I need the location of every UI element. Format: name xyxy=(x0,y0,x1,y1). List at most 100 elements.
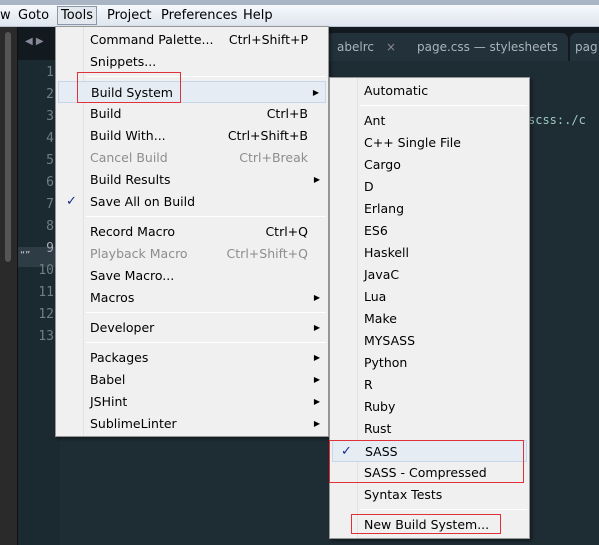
line-number: 8 xyxy=(46,219,54,234)
tab-label: page.css — stylesheets xyxy=(417,40,558,54)
menu-item-d[interactable]: D xyxy=(332,176,527,198)
menu-project[interactable]: Project xyxy=(107,8,151,23)
tab-page[interactable]: pag xyxy=(570,33,599,61)
menu-item-python[interactable]: Python xyxy=(332,352,527,374)
menu-item-record-macro[interactable]: Record Macro Ctrl+Q xyxy=(58,221,326,243)
shortcut-label: Ctrl+B xyxy=(266,106,308,121)
menu-item-macros[interactable]: Macros ▶ xyxy=(58,287,326,309)
menu-item-erlang[interactable]: Erlang xyxy=(332,198,527,220)
menu-item-make[interactable]: Make xyxy=(332,308,527,330)
menu-preferences[interactable]: Preferences xyxy=(161,8,237,23)
submenu-arrow-icon: ▶ xyxy=(313,323,320,332)
menu-item-save-all-on-build[interactable]: Save All on Build ✓ xyxy=(58,191,326,213)
menu-item-packages[interactable]: Packages ▶ xyxy=(58,347,326,369)
menu-item-ant[interactable]: Ant xyxy=(332,110,527,132)
menu-view[interactable]: w xyxy=(0,8,11,23)
shortcut-label: Ctrl+Q xyxy=(265,224,308,239)
line-number: 11 xyxy=(38,285,54,300)
menu-item-label: Ruby xyxy=(364,399,396,414)
line-number: 10 xyxy=(38,263,54,278)
menu-item-label: D xyxy=(364,179,374,194)
tab-page-css[interactable]: page.css — stylesheets× xyxy=(403,33,580,61)
code-text: scss:./c xyxy=(528,113,586,127)
menu-separator xyxy=(86,342,326,343)
menu-goto[interactable]: Goto xyxy=(18,8,49,23)
submenu-arrow-icon: ▶ xyxy=(313,293,320,302)
menu-item-haskell[interactable]: Haskell xyxy=(332,242,527,264)
tab-label: abelrc xyxy=(337,40,374,54)
menu-item-build-results[interactable]: Build Results ▶ xyxy=(58,169,326,191)
menu-item-build[interactable]: Build Ctrl+B xyxy=(58,103,326,125)
menu-item-label: JavaC xyxy=(364,267,400,282)
menu-item-save-macro[interactable]: Save Macro... xyxy=(58,265,326,287)
submenu-arrow-icon: ▶ xyxy=(313,175,320,184)
menu-item-label: Cancel Build xyxy=(90,150,168,165)
menu-item-label: C++ Single File xyxy=(364,135,461,150)
menu-item-lua[interactable]: Lua xyxy=(332,286,527,308)
scrollbar-thumb[interactable] xyxy=(5,32,11,262)
menu-help[interactable]: Help xyxy=(243,8,273,23)
menu-item-label: Rust xyxy=(364,421,392,436)
submenu-arrow-icon: ▶ xyxy=(313,375,320,384)
menu-separator xyxy=(86,312,326,313)
shortcut-label: Ctrl+Shift+P xyxy=(228,32,308,47)
menu-item-automatic[interactable]: Automatic xyxy=(332,80,527,102)
menu-item-babel[interactable]: Babel ▶ xyxy=(58,369,326,391)
menu-item-build-with[interactable]: Build With... Ctrl+Shift+B xyxy=(58,125,326,147)
menu-item-label: Ant xyxy=(364,113,386,128)
menu-item-javac[interactable]: JavaC xyxy=(332,264,527,286)
menu-item-label: Haskell xyxy=(364,245,410,260)
menu-item-syntax-tests[interactable]: Syntax Tests xyxy=(332,484,527,506)
menu-item-label: Save All on Build xyxy=(90,194,196,209)
menu-item-ruby[interactable]: Ruby xyxy=(332,396,527,418)
menu-item-label: Command Palette... xyxy=(90,32,214,47)
shortcut-label: Ctrl+Break xyxy=(239,150,308,165)
shortcut-label: Ctrl+Shift+B xyxy=(227,128,308,143)
menu-item-command-palette[interactable]: Command Palette... Ctrl+Shift+P xyxy=(58,29,326,51)
menu-item-label: Build xyxy=(90,106,122,121)
sidebar-scrollbar[interactable] xyxy=(0,27,18,545)
menu-item-es6[interactable]: ES6 xyxy=(332,220,527,242)
menu-item-label: R xyxy=(364,377,373,392)
menu-item-playback-macro: Playback Macro Ctrl+Shift+Q xyxy=(58,243,326,265)
menu-item-label: Erlang xyxy=(364,201,405,216)
annotation-box xyxy=(351,514,501,534)
menu-separator xyxy=(360,509,527,510)
menu-item-sublimelinter[interactable]: SublimeLinter ▶ xyxy=(58,413,326,435)
menu-separator xyxy=(360,105,527,106)
line-number: 5 xyxy=(46,153,54,168)
check-icon: ✓ xyxy=(66,194,77,209)
line-number: 1 xyxy=(46,65,54,80)
menu-item-cargo[interactable]: Cargo xyxy=(332,154,527,176)
menu-item-snippets[interactable]: Snippets... xyxy=(58,51,326,73)
menu-item-jshint[interactable]: JSHint ▶ xyxy=(58,391,326,413)
menu-item-mysass[interactable]: MYSASS xyxy=(332,330,527,352)
line-number: 7 xyxy=(46,197,54,212)
menu-item-label: Syntax Tests xyxy=(364,487,443,502)
close-icon[interactable]: × xyxy=(386,40,396,54)
menu-item-label: Macros xyxy=(90,290,135,305)
menu-item-c-single-file[interactable]: C++ Single File xyxy=(332,132,527,154)
menu-item-label: Lua xyxy=(364,289,387,304)
menu-item-label: Build Results xyxy=(90,172,171,187)
annotation-box xyxy=(329,440,524,483)
menu-item-label: JSHint xyxy=(90,394,128,409)
menu-item-label: Save Macro... xyxy=(90,268,175,283)
menu-item-label: Python xyxy=(364,355,408,370)
menu-item-r[interactable]: R xyxy=(332,374,527,396)
menu-item-label: Developer xyxy=(90,320,155,335)
menu-item-rust[interactable]: Rust xyxy=(332,418,527,440)
line-number: 4 xyxy=(46,131,54,146)
menu-item-label: Cargo xyxy=(364,157,401,172)
menubar: w Goto Tools Project Preferences Help xyxy=(0,5,599,27)
menu-item-developer[interactable]: Developer ▶ xyxy=(58,317,326,339)
submenu-arrow-icon: ▶ xyxy=(313,419,320,428)
line-number: 6 xyxy=(46,175,54,190)
menu-item-label: Playback Macro xyxy=(90,246,188,261)
tab-nav-arrows-icon[interactable]: ◀ ▶ xyxy=(25,36,44,47)
shortcut-label: Ctrl+Shift+Q xyxy=(226,246,308,261)
menu-item-label: ES6 xyxy=(364,223,388,238)
tab-label: pag xyxy=(575,40,598,54)
line-number: 2 xyxy=(46,87,54,102)
menu-tools[interactable]: Tools xyxy=(57,6,98,25)
